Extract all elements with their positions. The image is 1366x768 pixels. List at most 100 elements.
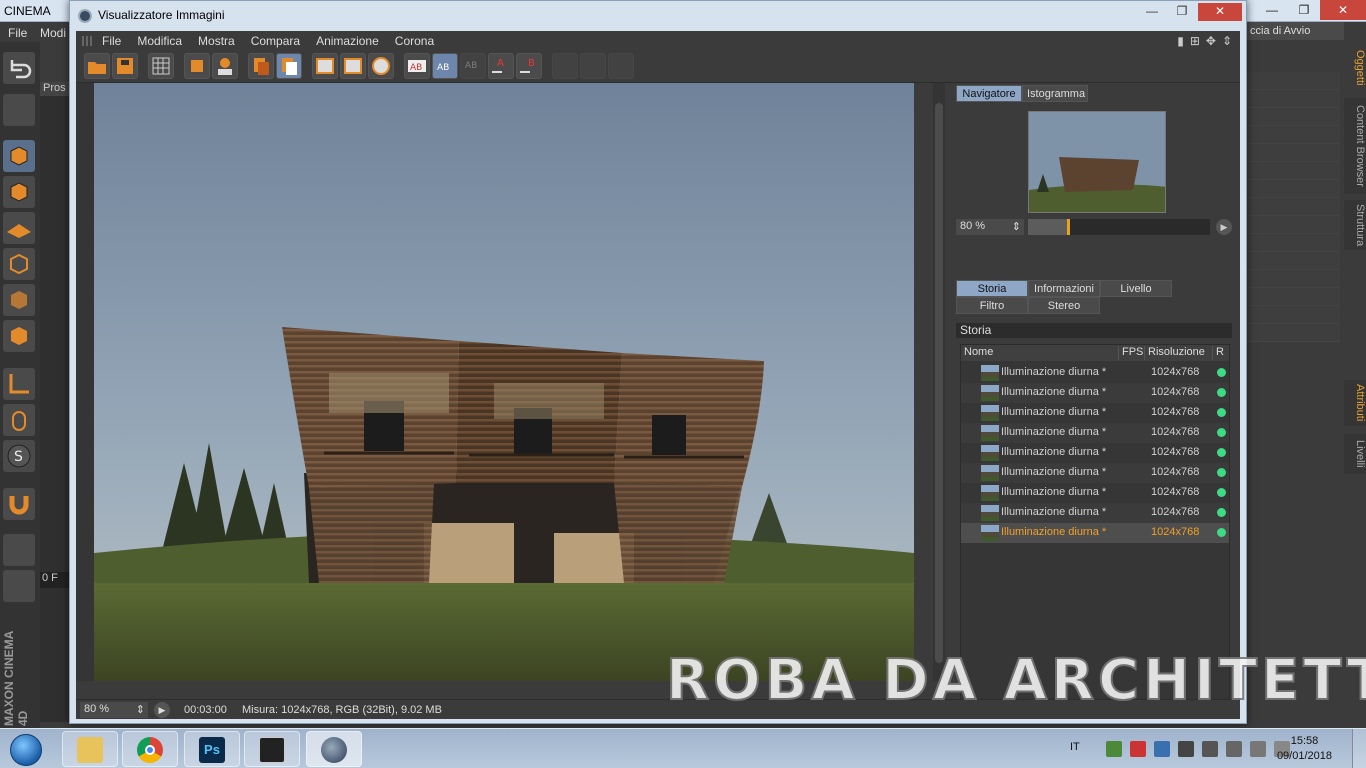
ab-compare-icon[interactable]: AB: [404, 53, 430, 79]
close-button[interactable]: ✕: [1198, 3, 1242, 21]
maximize-icon[interactable]: ❐: [1288, 0, 1320, 20]
snap-icon[interactable]: S: [3, 440, 35, 472]
tab-livello[interactable]: Livello: [1100, 280, 1172, 297]
network-icon[interactable]: [1106, 741, 1122, 757]
menu-modifica[interactable]: Modifica: [137, 34, 182, 48]
texture-mode-icon[interactable]: [3, 176, 35, 208]
save-icon[interactable]: [112, 53, 138, 79]
close-icon[interactable]: ✕: [1320, 0, 1366, 20]
open-icon[interactable]: [84, 53, 110, 79]
volume-icon[interactable]: [1202, 741, 1218, 757]
tab-informazioni[interactable]: Informazioni: [1028, 280, 1100, 297]
tab-filtro[interactable]: Filtro: [956, 297, 1028, 314]
slider-knob[interactable]: [1067, 219, 1071, 235]
history-row[interactable]: Illuminazione diurna * 1024x768: [961, 363, 1229, 383]
flag-icon[interactable]: [1226, 741, 1242, 757]
dock-arrows-icon[interactable]: ⇕: [1222, 34, 1232, 48]
chrome-icon[interactable]: [122, 731, 178, 767]
language-indicator[interactable]: IT: [1070, 741, 1080, 753]
rhino-icon[interactable]: [244, 731, 300, 767]
security-icon[interactable]: [1130, 741, 1146, 757]
menu-animazione[interactable]: Animazione: [316, 34, 379, 48]
history-row[interactable]: Illuminazione diurna * 1024x768: [961, 423, 1229, 443]
menu-corona[interactable]: Corona: [395, 34, 434, 48]
view-icon[interactable]: [3, 94, 35, 126]
render-image[interactable]: [94, 83, 914, 681]
tab-oggetti[interactable]: Oggetti: [1344, 50, 1366, 86]
render-scrollbar[interactable]: [933, 83, 945, 681]
column-risoluzione[interactable]: Risoluzione: [1145, 346, 1213, 360]
minimize-icon[interactable]: —: [1256, 0, 1288, 20]
show-desktop-button[interactable]: [1352, 729, 1366, 768]
grid-icon[interactable]: [3, 570, 35, 602]
axis-icon[interactable]: [3, 368, 35, 400]
undo-icon[interactable]: [3, 52, 35, 84]
navigator-zoom-field[interactable]: 80 % ⇕: [956, 219, 1024, 235]
history-row[interactable]: Illuminazione diurna * 1024x768: [961, 503, 1229, 523]
column-fps[interactable]: FPS: [1119, 346, 1145, 360]
panel-layout-icon[interactable]: ▮: [1177, 34, 1184, 48]
tab-navigatore[interactable]: Navigatore: [956, 85, 1022, 102]
tab-istogramma[interactable]: Istogramma: [1022, 85, 1088, 102]
menu-compara[interactable]: Compara: [251, 34, 300, 48]
column-r[interactable]: R: [1213, 346, 1231, 360]
grid-icon[interactable]: [148, 53, 174, 79]
copy-icon[interactable]: [248, 53, 274, 79]
status-play-icon[interactable]: ▶: [154, 702, 170, 718]
tab-stereo[interactable]: Stereo: [1028, 297, 1100, 314]
history-row[interactable]: Illuminazione diurna * 1024x768: [961, 383, 1229, 403]
tab-storia[interactable]: Storia: [956, 280, 1028, 297]
background-menu-modifica[interactable]: Modi: [40, 26, 66, 40]
model-mode-icon[interactable]: [3, 140, 35, 172]
channel-ab-icon[interactable]: [608, 53, 634, 79]
tab-content-browser[interactable]: Content Browser: [1344, 98, 1366, 194]
mouse-icon[interactable]: [3, 404, 35, 436]
settings-icon[interactable]: [1178, 741, 1194, 757]
new-panel-icon[interactable]: ⊞: [1190, 34, 1200, 48]
tab-attributi[interactable]: Attributi: [1344, 380, 1366, 426]
workplane-icon[interactable]: [3, 212, 35, 244]
paste-icon[interactable]: [276, 53, 302, 79]
magnet-icon[interactable]: [3, 488, 35, 520]
view-b-icon[interactable]: [340, 53, 366, 79]
set-a-icon[interactable]: A: [488, 53, 514, 79]
menu-mostra[interactable]: Mostra: [198, 34, 235, 48]
channel-b-icon[interactable]: [580, 53, 606, 79]
column-nome[interactable]: Nome: [961, 346, 1119, 360]
tab-livelli[interactable]: Livelli: [1344, 434, 1366, 474]
view-ab-icon[interactable]: [368, 53, 394, 79]
power-icon[interactable]: [1250, 741, 1266, 757]
background-menu-file[interactable]: File: [8, 26, 27, 40]
points-mode-icon[interactable]: [3, 248, 35, 280]
layout-dropdown[interactable]: ccia di Avvio: [1244, 22, 1344, 40]
history-row[interactable]: Illuminazione diurna * 1024x768: [961, 483, 1229, 503]
photoshop-icon[interactable]: Ps: [184, 731, 240, 767]
ab-split-icon[interactable]: AB: [432, 53, 458, 79]
frame-field[interactable]: 0 F: [40, 572, 70, 588]
tab-struttura[interactable]: Struttura: [1344, 200, 1366, 250]
start-button[interactable]: [4, 731, 48, 767]
maximize-button[interactable]: ❐: [1168, 3, 1196, 21]
clock[interactable]: 15:58 09/01/2018: [1277, 734, 1332, 764]
history-row[interactable]: Illuminazione diurna * 1024x768: [961, 443, 1229, 463]
ab-overlay-icon[interactable]: AB: [460, 53, 486, 79]
minimize-button[interactable]: —: [1138, 3, 1166, 21]
history-row[interactable]: Illuminazione diurna * 1024x768: [961, 523, 1229, 543]
menu-file[interactable]: File: [102, 34, 121, 48]
update-icon[interactable]: [1154, 741, 1170, 757]
view-a-icon[interactable]: [312, 53, 338, 79]
play-icon[interactable]: ▶: [1216, 219, 1232, 235]
explorer-icon[interactable]: [62, 731, 118, 767]
history-row[interactable]: Illuminazione diurna * 1024x768: [961, 403, 1229, 423]
navigator-zoom-slider[interactable]: [1028, 219, 1210, 235]
move-panel-icon[interactable]: ✥: [1206, 34, 1216, 48]
history-row[interactable]: Illuminazione diurna * 1024x768: [961, 463, 1229, 483]
lock-grid-icon[interactable]: [3, 534, 35, 566]
cinema4d-taskbar-icon[interactable]: [306, 731, 362, 767]
navigator-thumbnail[interactable]: [1028, 111, 1166, 213]
scrollbar-thumb[interactable]: [935, 103, 943, 663]
crop-icon[interactable]: [184, 53, 210, 79]
polygons-mode-icon[interactable]: [3, 320, 35, 352]
set-b-icon[interactable]: B: [516, 53, 542, 79]
edges-mode-icon[interactable]: [3, 284, 35, 316]
